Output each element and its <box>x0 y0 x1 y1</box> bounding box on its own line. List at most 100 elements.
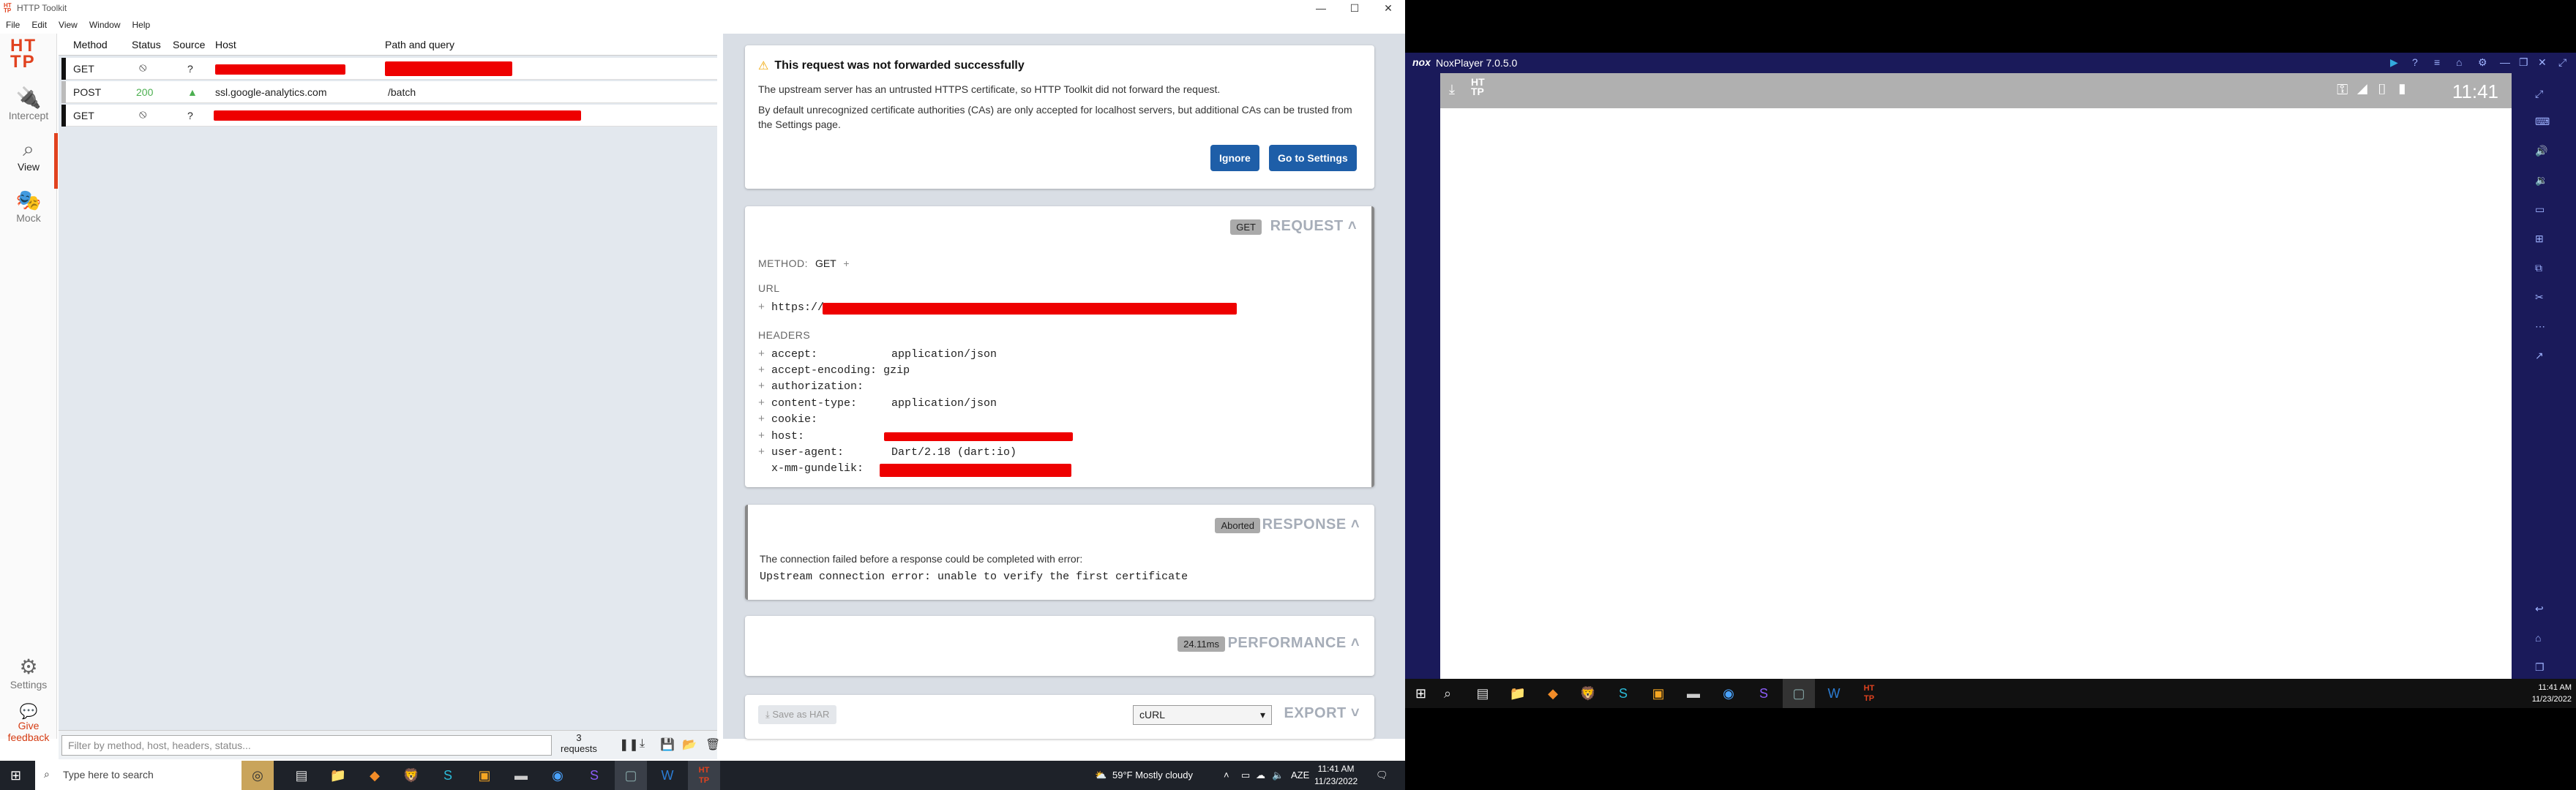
word-icon[interactable]: W <box>651 761 684 790</box>
volume-icon[interactable]: 🔈 <box>1272 770 1284 781</box>
column-host[interactable]: Host <box>215 39 236 50</box>
http-toolkit-taskbar-icon[interactable]: HT TP <box>1853 679 1885 708</box>
app-square-icon[interactable]: ▣ <box>468 761 501 790</box>
sublime-icon[interactable]: ◆ <box>359 761 391 790</box>
table-row-selected[interactable]: GET ⦸ ? <box>61 105 717 127</box>
restore-icon[interactable]: ❐ <box>2519 56 2528 69</box>
secondary-clock[interactable]: 11:41 AM 11/23/2022 <box>2532 682 2572 705</box>
column-status[interactable]: Status <box>132 39 161 50</box>
screen-icon[interactable]: ▭ <box>2535 203 2545 216</box>
volume-down-icon[interactable]: 🔉 <box>2535 174 2547 187</box>
play-icon[interactable]: ▶ <box>2390 56 2398 69</box>
nox-window-title: NoxPlayer 7.0.5.0 <box>1436 57 1518 69</box>
vpn-icon[interactable]: ◉ <box>1712 679 1745 708</box>
table-row[interactable]: GET ⦸ ? <box>61 58 717 80</box>
column-method[interactable]: Method <box>73 39 108 50</box>
minimize-icon[interactable]: — <box>2500 56 2510 68</box>
task-view-icon[interactable]: ▤ <box>1467 679 1499 708</box>
windows-start-icon[interactable]: ⊞ <box>1415 686 1426 701</box>
export-format-select[interactable]: cURL ▾ <box>1133 705 1272 725</box>
menu-file[interactable]: File <box>0 18 26 32</box>
fullscreen-icon[interactable]: ⤢ <box>2535 88 2543 100</box>
save-as-har-button[interactable]: ⤓ Save as HAR <box>758 705 837 724</box>
language-indicator[interactable]: AZE <box>1291 770 1309 780</box>
file-explorer-icon[interactable]: 📁 <box>322 761 354 790</box>
close-icon[interactable]: ✕ <box>2538 56 2547 69</box>
taskbar-clock[interactable]: 11:41 AM 11/23/2022 <box>1314 763 1358 788</box>
app-s-icon[interactable]: S <box>1607 679 1639 708</box>
filter-input[interactable]: Filter by method, host, headers, status.… <box>61 735 552 756</box>
menu-view[interactable]: View <box>53 18 83 32</box>
scroll-to-end-icon[interactable]: ⤓ <box>640 737 645 750</box>
app-s2-icon[interactable]: S <box>578 761 610 790</box>
app-square-icon[interactable]: ▣ <box>1642 679 1674 708</box>
close-button[interactable]: ✕ <box>1371 0 1405 16</box>
settings-gear-icon[interactable]: ⚙ <box>2478 56 2487 69</box>
scissors-icon[interactable]: ✂ <box>2535 291 2544 304</box>
export-section-title[interactable]: EXPORT ˅ <box>1284 705 1360 722</box>
nox-icon[interactable]: ▢ <box>615 761 647 790</box>
pin-icon[interactable]: ⌂ <box>2456 56 2462 68</box>
brave-browser-icon[interactable]: 🦁 <box>1572 679 1604 708</box>
battery-icon: ▮ <box>2396 82 2416 98</box>
recent-apps-icon[interactable]: ❐ <box>2535 661 2545 674</box>
http-toolkit-taskbar-icon[interactable]: HT TP <box>688 761 720 790</box>
save-icon[interactable]: 💾 <box>660 737 675 752</box>
column-source[interactable]: Source <box>173 39 205 50</box>
column-path[interactable]: Path and query <box>385 39 454 50</box>
menu-icon[interactable]: ≡ <box>2434 56 2440 68</box>
chevron-up-icon[interactable]: ˄ <box>1224 770 1229 780</box>
menu-help[interactable]: Help <box>127 18 157 32</box>
performance-section-title[interactable]: PERFORMANCE ˄ <box>1228 635 1360 652</box>
nox-icon[interactable]: ▢ <box>1783 679 1815 708</box>
sidebar-item-intercept[interactable]: 🔌 Intercept <box>0 86 57 121</box>
cortana-doodle-icon[interactable]: ◎ <box>242 761 274 790</box>
expand-icon[interactable]: ⤢ <box>2558 56 2566 69</box>
menu-window[interactable]: Window <box>83 18 127 32</box>
android-screen[interactable] <box>1440 108 2512 680</box>
sidebar-item-settings[interactable]: ⚙ Settings <box>0 655 57 691</box>
taskbar-search[interactable]: ⌕ Type here to search <box>35 761 252 790</box>
menu-edit[interactable]: Edit <box>26 18 53 32</box>
keyboard-icon[interactable]: ⌨ <box>2535 116 2550 128</box>
file-explorer-icon[interactable]: 📁 <box>1502 679 1534 708</box>
table-row[interactable]: POST 200 ▲ ssl.google-analytics.com /bat… <box>61 81 717 103</box>
weather-text[interactable]: 59°F Mostly cloudy <box>1112 770 1193 780</box>
apk-icon[interactable]: ⊞ <box>2535 233 2544 245</box>
give-feedback-button[interactable]: 💬 Give feedback <box>0 704 57 743</box>
folder-open-icon[interactable]: 📂 <box>682 737 697 752</box>
word-icon[interactable]: W <box>1818 679 1850 708</box>
multi-instance-icon[interactable]: ⧉ <box>2535 262 2542 274</box>
terminal-icon[interactable]: ▬ <box>1677 679 1710 708</box>
home-icon[interactable]: ⌂ <box>2535 632 2541 644</box>
cloud-icon[interactable]: ☁ <box>1256 770 1265 781</box>
external-link-icon[interactable]: ↗ <box>2535 350 2544 362</box>
app-s2-icon[interactable]: S <box>1748 679 1780 708</box>
help-icon[interactable]: ? <box>2412 56 2418 68</box>
terminal-icon[interactable]: ▬ <box>505 761 537 790</box>
go-to-settings-button[interactable]: Go to Settings <box>1269 145 1357 171</box>
expand-icon[interactable]: + <box>843 257 849 269</box>
app-s-icon[interactable]: S <box>432 761 464 790</box>
request-section-title[interactable]: REQUEST ˄ <box>1270 218 1357 235</box>
sublime-icon[interactable]: ◆ <box>1537 679 1569 708</box>
ignore-button[interactable]: Ignore <box>1210 145 1259 171</box>
network-icon[interactable]: ▭ <box>1241 770 1250 781</box>
weather-icon[interactable]: ⛅ <box>1095 770 1107 781</box>
trash-icon[interactable]: 🗑 <box>705 737 720 752</box>
maximize-button[interactable]: ☐ <box>1338 0 1371 16</box>
pause-icon[interactable]: ❚❚ <box>619 737 639 752</box>
windows-start-icon[interactable]: ⊞ <box>10 768 21 783</box>
response-section-title[interactable]: RESPONSE ˄ <box>1262 516 1360 533</box>
minimize-button[interactable]: — <box>1304 0 1338 16</box>
back-icon[interactable]: ↩ <box>2535 603 2544 615</box>
more-icon[interactable]: ⋯ <box>2535 320 2545 333</box>
vpn-icon[interactable]: ◉ <box>542 761 574 790</box>
brave-browser-icon[interactable]: 🦁 <box>395 761 427 790</box>
sidebar-item-view[interactable]: ⌕ View <box>0 133 58 189</box>
search-icon[interactable]: ⌕ <box>1431 679 1464 708</box>
task-view-icon[interactable]: ▤ <box>285 761 318 790</box>
sidebar-item-mock[interactable]: 🎭 Mock <box>0 189 57 224</box>
notification-icon[interactable]: 🗨 <box>1376 770 1388 781</box>
volume-up-icon[interactable]: 🔊 <box>2535 145 2547 157</box>
